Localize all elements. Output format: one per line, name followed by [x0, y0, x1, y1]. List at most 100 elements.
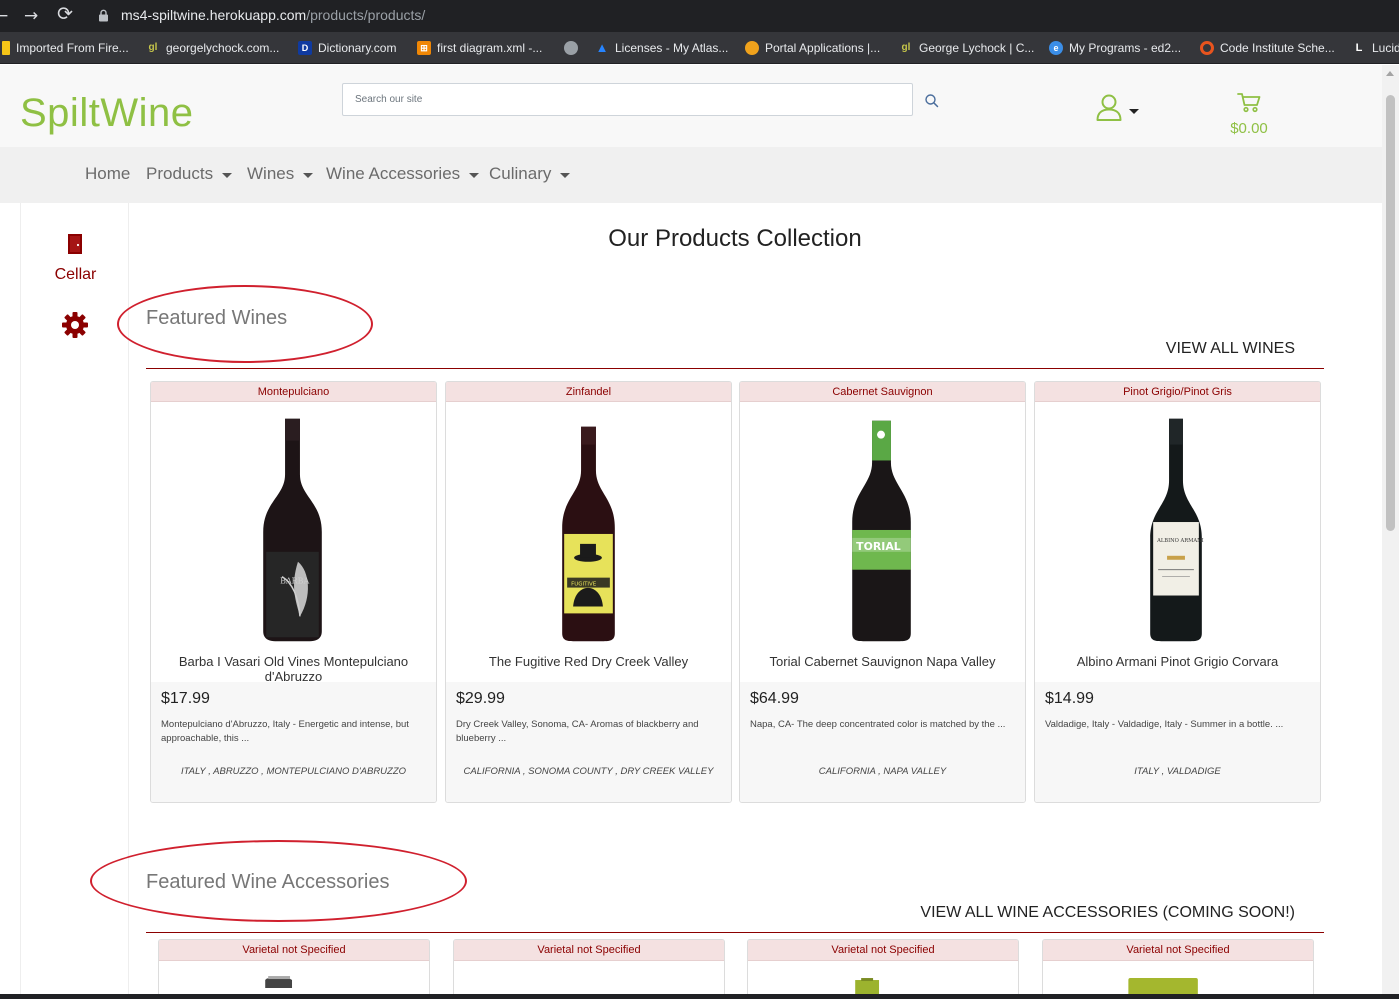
bookmark-label: My Programs - ed2...	[1069, 41, 1182, 55]
search-input[interactable]	[343, 84, 912, 115]
door-icon[interactable]	[67, 233, 85, 255]
accessory-card[interactable]: Varietal not Specified	[747, 939, 1019, 999]
product-region: CALIFORNIA , SONOMA COUNTY , DRY CREEK V…	[463, 766, 714, 777]
main-navigation: Home Products Wines Wine Accessories Cul…	[0, 147, 1382, 203]
accessory-card[interactable]: Varietal not Specified	[1042, 939, 1314, 999]
bookmark-ed2go[interactable]: e My Programs - ed2...	[1049, 39, 1181, 57]
product-card[interactable]: Pinot Grigio/Pinot Gris ALBINO ARMANI Al…	[1034, 381, 1321, 803]
product-details: $29.99 Dry Creek Valley, Sonoma, CA- Aro…	[446, 682, 731, 802]
nav-culinary[interactable]: Culinary	[489, 164, 571, 184]
address-bar[interactable]: ms4-spiltwine.herokuapp.com/products/pro…	[88, 2, 1388, 30]
product-name[interactable]: The Fugitive Red Dry Creek Valley	[456, 654, 721, 669]
nav-products[interactable]: Products	[146, 164, 233, 184]
chevron-down-icon	[222, 172, 233, 178]
url-host: ms4-spiltwine.herokuapp.com	[121, 7, 307, 23]
account-dropdown[interactable]	[1095, 93, 1145, 123]
accessory-card[interactable]: Varietal not Specified	[453, 939, 725, 999]
code-institute-favicon-icon	[1200, 41, 1214, 55]
varietal-tag: Cabernet Sauvignon	[740, 382, 1025, 402]
nav-label: Products	[146, 164, 214, 183]
product-region: ITALY , ABRUZZO , MONTEPULCIANO D'ABRUZZ…	[180, 766, 407, 777]
atlassian-favicon-icon: ▲	[595, 40, 609, 55]
varietal-tag: Varietal not Specified	[159, 940, 429, 961]
reload-button[interactable]: ⟳	[57, 2, 73, 26]
search-form	[342, 83, 913, 116]
window-bottom-edge	[0, 994, 1399, 999]
nav-label: Wines	[247, 164, 295, 183]
accessory-card[interactable]: Varietal not Specified	[158, 939, 430, 999]
product-details: $64.99 Napa, CA- The deep concentrated c…	[740, 682, 1025, 802]
site-logo[interactable]: SpiltWine	[20, 91, 193, 136]
forward-button[interactable]: →	[24, 4, 38, 28]
left-sidebar: Cellar	[20, 203, 129, 999]
nav-label: Culinary	[489, 164, 552, 183]
page-viewport: SpiltWine $0.00 Home	[0, 65, 1382, 999]
product-price: $29.99	[456, 690, 505, 707]
bookmark-label: Imported From Fire...	[16, 41, 129, 55]
varietal-tag: Pinot Grigio/Pinot Gris	[1035, 382, 1320, 402]
section-divider	[146, 932, 1324, 933]
wine-bottle-image[interactable]: TORIAL	[740, 412, 1025, 642]
gl-favicon-icon: gl	[901, 42, 911, 53]
bookmark-george-lychock[interactable]: gl George Lychock | C...	[899, 39, 1035, 57]
chevron-down-icon	[303, 172, 314, 178]
bookmark-imported[interactable]: Imported From Fire...	[2, 39, 129, 57]
bookmark-portal[interactable]: Portal Applications |...	[745, 39, 880, 57]
view-all-accessories-link[interactable]: VIEW ALL WINE ACCESSORIES (COMING SOON!)	[920, 904, 1295, 922]
site-header: SpiltWine $0.00	[0, 65, 1382, 147]
ed2go-favicon-icon: e	[1049, 41, 1063, 55]
scrollbar-thumb[interactable]	[1386, 95, 1395, 531]
gear-icon[interactable]	[61, 311, 89, 339]
wine-bottle-image[interactable]: BARBA	[151, 412, 436, 642]
back-button[interactable]: ←	[0, 4, 8, 28]
product-card[interactable]: Zinfandel FUGITIVE The Fugitive Red Dry …	[445, 381, 732, 803]
bookmark-label: georgelychock.com...	[166, 41, 280, 55]
varietal-tag: Zinfandel	[446, 382, 731, 402]
shopping-cart[interactable]: $0.00	[1224, 91, 1274, 137]
view-all-wines-link[interactable]: VIEW ALL WINES	[1166, 340, 1295, 358]
featured-accessories-heading: Featured Wine Accessories	[146, 871, 390, 893]
bookmarks-bar: Imported From Fire... gl georgelychock.c…	[0, 32, 1399, 64]
bookmark-label: Lucid	[1372, 41, 1399, 55]
product-name[interactable]: Barba I Vasari Old Vines Montepulciano d…	[161, 654, 426, 684]
url-path: /products/products/	[306, 7, 426, 23]
product-description: Valdadige, Italy - Valdadige, Italy - Su…	[1045, 719, 1284, 730]
cart-icon	[1237, 93, 1261, 113]
bookmark-lucid[interactable]: L Lucid	[1352, 39, 1399, 57]
product-card[interactable]: Montepulciano BARBA Barba I Vasari Old V…	[150, 381, 437, 803]
product-details: $17.99 Montepulciano d'Abruzzo, Italy - …	[151, 682, 436, 802]
wine-bottle-image[interactable]: FUGITIVE	[446, 412, 731, 642]
url-text: ms4-spiltwine.herokuapp.com/products/pro…	[121, 7, 425, 23]
bookmark-label: Code Institute Sche...	[1220, 41, 1335, 55]
bookmark-code-institute[interactable]: Code Institute Sche...	[1200, 39, 1335, 57]
bookmark-dictionary[interactable]: D Dictionary.com	[298, 39, 396, 57]
page-scrollbar[interactable]	[1382, 65, 1399, 999]
varietal-tag: Varietal not Specified	[748, 940, 1018, 961]
product-name[interactable]: Torial Cabernet Sauvignon Napa Valley	[750, 654, 1015, 669]
bookmark-globe[interactable]	[564, 39, 578, 57]
nav-home[interactable]: Home	[85, 164, 130, 184]
search-icon[interactable]	[923, 92, 941, 110]
bookmark-label: George Lychock | C...	[919, 41, 1035, 55]
wine-bottle-image[interactable]: ALBINO ARMANI	[1035, 412, 1320, 642]
bookmark-georgelychock[interactable]: gl georgelychock.com...	[146, 39, 280, 57]
page-title: Our Products Collection	[608, 225, 862, 252]
bottle-label-text: TORIAL	[856, 540, 901, 553]
chevron-down-icon	[1129, 109, 1139, 114]
bookmark-diagram[interactable]: ⊞ first diagram.xml -...	[417, 39, 542, 57]
varietal-tag: Montepulciano	[151, 382, 436, 402]
product-name[interactable]: Albino Armani Pinot Grigio Corvara	[1045, 654, 1310, 669]
lucid-favicon-icon: L	[1355, 42, 1363, 54]
cellar-link[interactable]: Cellar	[21, 266, 130, 284]
product-card[interactable]: Cabernet Sauvignon TORIAL Torial Caberne…	[739, 381, 1026, 803]
product-description: Napa, CA- The deep concentrated color is…	[750, 719, 1006, 730]
nav-wines[interactable]: Wines	[247, 164, 314, 184]
nav-label: Wine Accessories	[326, 164, 461, 183]
product-region: CALIFORNIA , NAPA VALLEY	[818, 766, 947, 777]
scroll-up-icon[interactable]	[1386, 71, 1394, 76]
gl-favicon-icon: gl	[148, 42, 158, 53]
bookmark-atlassian[interactable]: ▲ Licenses - My Atlas...	[595, 39, 729, 57]
lock-icon	[99, 9, 108, 22]
bottle-label-text: FUGITIVE	[571, 582, 597, 588]
nav-wine-accessories[interactable]: Wine Accessories	[326, 164, 480, 184]
